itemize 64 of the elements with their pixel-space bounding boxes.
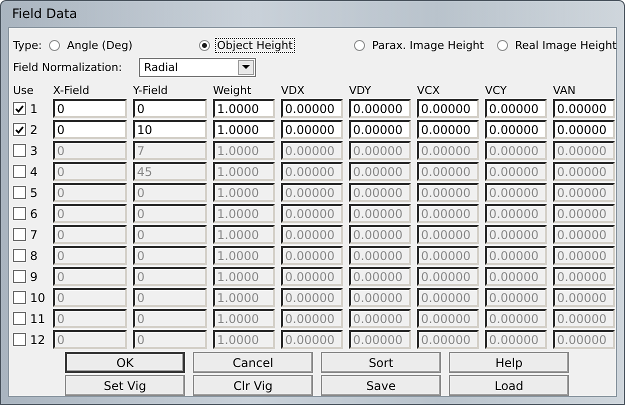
column-header: VDY [349,83,372,97]
use-checkbox[interactable] [13,333,26,346]
field-value-input[interactable]: 0.00000 [417,120,479,139]
window-title: Field Data [12,6,78,22]
type-radio-option[interactable]: Angle (Deg) [49,38,199,52]
column-header: VAN [553,83,577,97]
row-number: 4 [30,164,38,178]
normalization-label: Field Normalization: [13,60,124,74]
column-header: X-Field [53,83,90,97]
row-number: 1 [30,102,38,116]
dialog-button[interactable]: Set Vig [65,375,185,396]
use-checkbox[interactable] [13,249,26,262]
type-radio-option[interactable]: Real Image Height [497,38,619,52]
use-checkbox[interactable] [13,312,26,325]
use-checkbox[interactable] [13,228,26,241]
type-radio-option[interactable]: Parax. Image Height [354,38,497,52]
use-checkbox[interactable] [13,123,26,136]
use-checkbox[interactable] [13,207,26,220]
field-value-input[interactable]: 0.00000 [417,99,479,118]
field-value-input[interactable]: 0.00000 [281,99,343,118]
row-number: 8 [30,248,38,262]
use-checkbox[interactable] [13,165,26,178]
column-header: Y-Field [133,83,169,97]
column-header: Use [13,83,35,97]
field-value-input[interactable]: 0 [53,120,127,139]
dialog-button[interactable]: Load [449,375,569,396]
row-number: 5 [30,186,38,200]
field-value-input[interactable]: 0.00000 [281,120,343,139]
row-number: 12 [30,332,46,346]
dialog-button[interactable]: Cancel [193,352,313,373]
row-number: 3 [30,144,38,158]
field-value-input[interactable]: 0.00000 [485,99,547,118]
row-number: 6 [30,206,38,220]
normalization-dropdown[interactable]: Radial [139,58,256,76]
row-number: 2 [30,122,38,136]
field-value-input[interactable]: 0.00000 [349,120,411,139]
use-checkbox[interactable] [13,270,26,283]
field-value-input[interactable]: 0 [133,99,207,118]
row-number: 7 [30,228,38,242]
use-checkbox[interactable] [13,291,26,304]
dialog-button[interactable]: Save [321,375,441,396]
use-checkbox[interactable] [13,186,26,199]
field-value-input[interactable]: 0.00000 [553,120,615,139]
dialog-button[interactable]: Sort [321,352,441,373]
dialog-button[interactable]: Help [449,352,569,373]
row-number: 9 [30,270,38,284]
column-header: VCY [485,83,508,97]
column-header: VDX [281,83,306,97]
field-value-input[interactable]: 0.00000 [485,120,547,139]
row-number: 10 [30,290,46,304]
use-checkbox[interactable] [13,144,26,157]
dialog-button[interactable]: Clr Vig [193,375,313,396]
field-value-input[interactable]: 0.00000 [553,99,615,118]
type-label: Type: [13,38,43,52]
row-number: 11 [30,312,46,326]
field-value-input[interactable]: 1.0000 [213,99,275,118]
field-value-input[interactable]: 0 [53,99,127,118]
column-header: VCX [417,83,441,97]
field-value-input[interactable]: 10 [133,120,207,139]
use-checkbox[interactable] [13,102,26,115]
field-value-input[interactable]: 1.0000 [213,120,275,139]
dialog-button[interactable]: OK [65,352,185,373]
field-value-input[interactable]: 0.00000 [349,99,411,118]
column-header: Weight [213,83,252,97]
